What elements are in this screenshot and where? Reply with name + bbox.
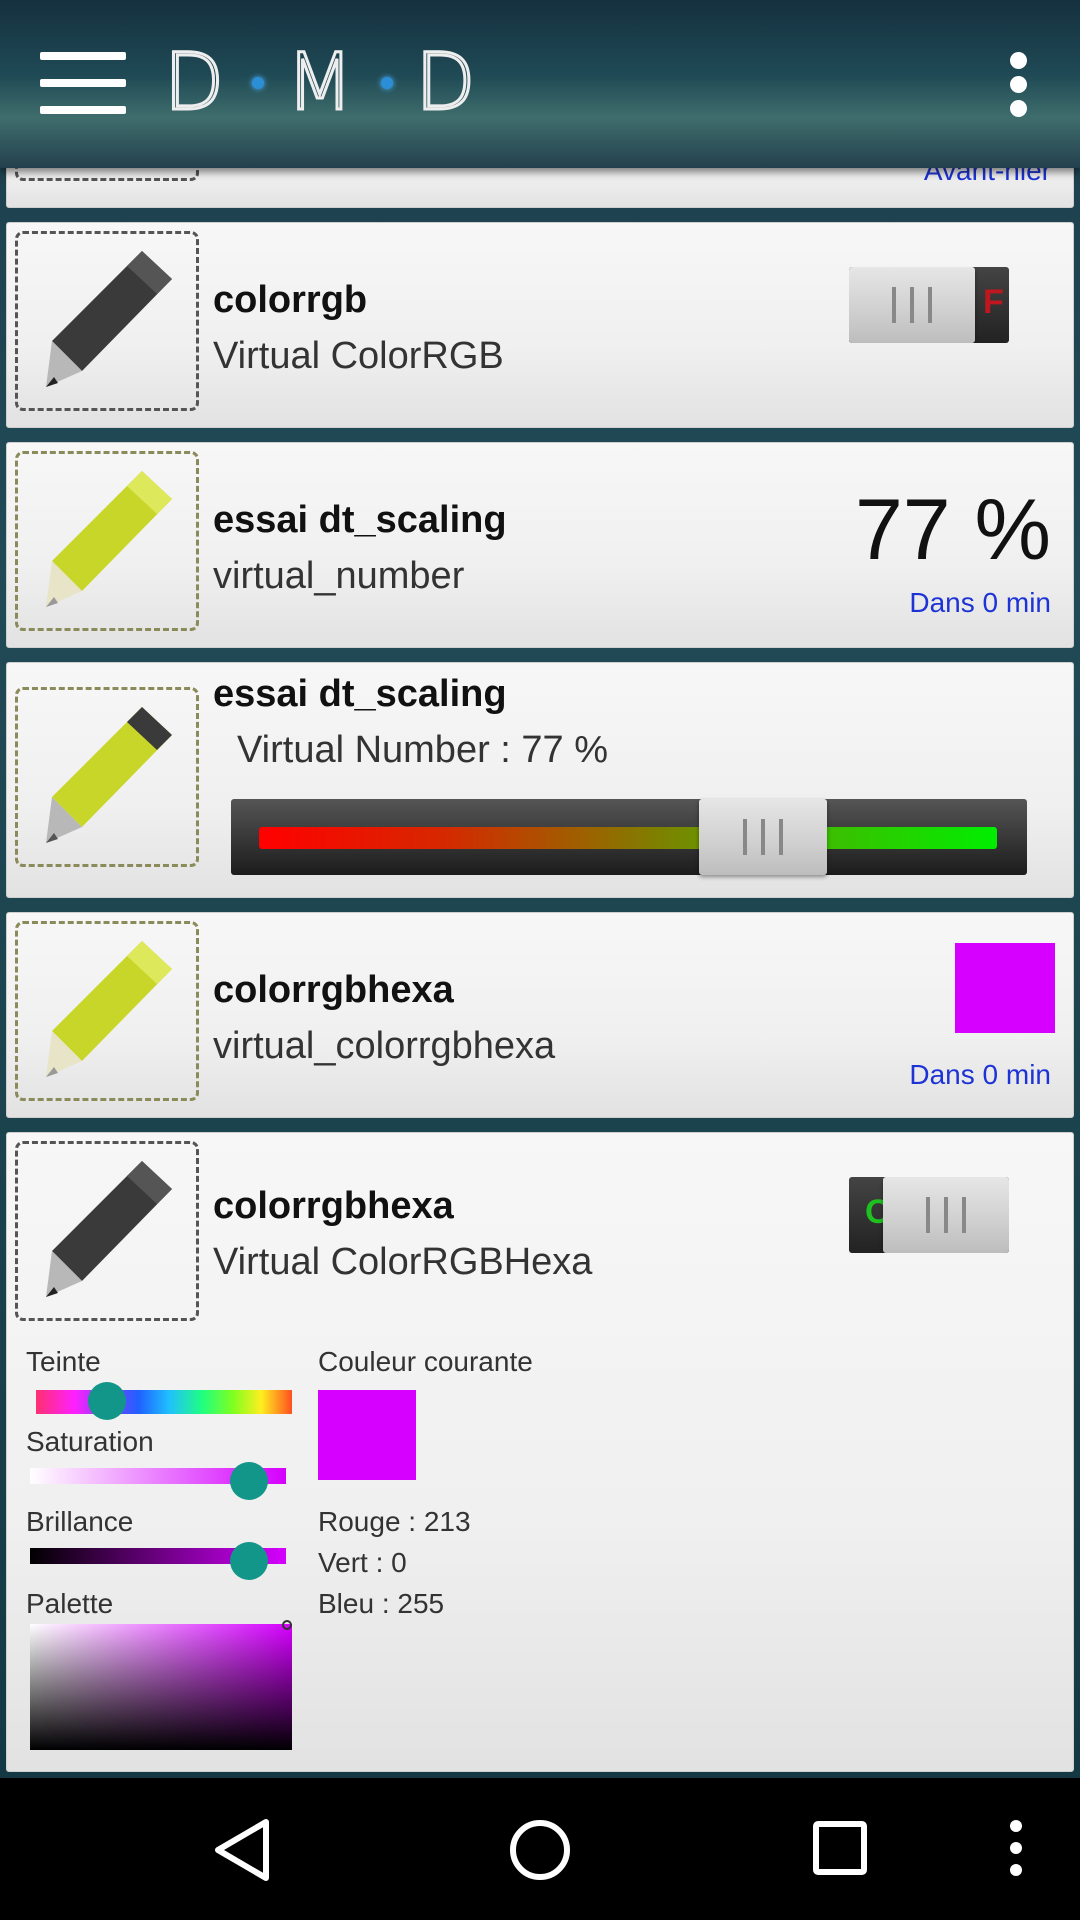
- device-value-label: Virtual Number : 77 %: [237, 729, 609, 771]
- saturation-slider-thumb[interactable]: [230, 1462, 268, 1500]
- red-value: Rouge : 213: [318, 1506, 471, 1537]
- palette-label: Palette: [26, 1588, 114, 1619]
- current-color-swatch: [318, 1390, 416, 1480]
- more-vert-icon[interactable]: [1010, 52, 1028, 118]
- device-value: 77 %: [854, 482, 1051, 578]
- hue-slider-thumb[interactable]: [88, 1382, 126, 1420]
- device-name: colorrgb: [213, 279, 368, 321]
- pen-icon: [46, 941, 172, 1077]
- slider-fill: [259, 827, 997, 849]
- green-value: Vert : 0: [318, 1547, 407, 1578]
- more-vert-icon[interactable]: [1010, 1820, 1024, 1880]
- pen-icon: [46, 1161, 172, 1297]
- current-color-label: Couleur courante: [318, 1346, 533, 1377]
- last-update-label: Dans 0 min: [909, 1059, 1051, 1090]
- logo-dot: [381, 77, 394, 89]
- palette-cursor[interactable]: [282, 1620, 292, 1630]
- switch-toggle[interactable]: F: [849, 267, 1009, 343]
- device-icon-frame[interactable]: [15, 1141, 199, 1321]
- device-card[interactable]: essai dt_scaling Virtual Number : 77 %: [6, 662, 1074, 898]
- toggle-state-flag: F: [983, 283, 1004, 321]
- switch-toggle[interactable]: O: [849, 1177, 1009, 1253]
- device-icon-frame[interactable]: [15, 687, 199, 867]
- logo-letter: M: [285, 38, 360, 128]
- device-card[interactable]: essai dt_scaling virtual_number 77 % Dan…: [6, 442, 1074, 648]
- device-type: virtual_colorrgbhexa: [213, 1025, 556, 1067]
- back-icon[interactable]: [212, 1818, 272, 1882]
- brightness-label: Brillance: [26, 1506, 134, 1537]
- recents-icon[interactable]: [812, 1820, 868, 1876]
- blue-value: Bleu : 255: [318, 1588, 445, 1619]
- device-name: colorrgbhexa: [213, 969, 454, 1011]
- device-name: essai dt_scaling: [213, 673, 507, 715]
- logo-dot: [252, 77, 265, 89]
- device-card[interactable]: colorrgbhexa virtual_colorrgbhexa Dans 0…: [6, 912, 1074, 1118]
- hue-label: Teinte: [26, 1346, 101, 1377]
- saturation-label: Saturation: [26, 1426, 154, 1457]
- color-palette[interactable]: [30, 1624, 292, 1750]
- device-icon-frame[interactable]: [15, 451, 199, 631]
- toggle-knob[interactable]: [849, 267, 975, 343]
- pen-icon: [46, 471, 172, 607]
- slider-knob[interactable]: [699, 799, 827, 875]
- dimmer-slider[interactable]: [231, 799, 1027, 875]
- hamburger-icon[interactable]: [40, 52, 126, 114]
- color-swatch: [955, 943, 1055, 1033]
- brightness-slider-thumb[interactable]: [230, 1542, 268, 1580]
- device-type: Virtual ColorRGB: [213, 335, 504, 377]
- pen-icon: [46, 251, 172, 387]
- device-name: essai dt_scaling: [213, 499, 507, 541]
- pen-icon: [46, 707, 172, 843]
- last-update-label: Dans 0 min: [909, 587, 1051, 618]
- app-bar: D M D: [0, 0, 1080, 168]
- logo-letter: D: [414, 38, 482, 128]
- toggle-knob[interactable]: [883, 1177, 1009, 1253]
- device-name: colorrgbhexa: [213, 1185, 454, 1227]
- device-icon-frame[interactable]: [15, 231, 199, 411]
- device-type: Virtual ColorRGBHexa: [213, 1241, 593, 1283]
- device-card[interactable]: colorrgb Virtual ColorRGB F: [6, 222, 1074, 428]
- logo-letter: D: [162, 38, 231, 128]
- device-icon-frame[interactable]: [15, 921, 199, 1101]
- home-icon[interactable]: [508, 1818, 572, 1882]
- device-type: virtual_number: [213, 555, 465, 597]
- hue-slider[interactable]: [36, 1390, 292, 1414]
- app-logo: D M D: [162, 38, 482, 128]
- system-nav-bar: [0, 1778, 1080, 1920]
